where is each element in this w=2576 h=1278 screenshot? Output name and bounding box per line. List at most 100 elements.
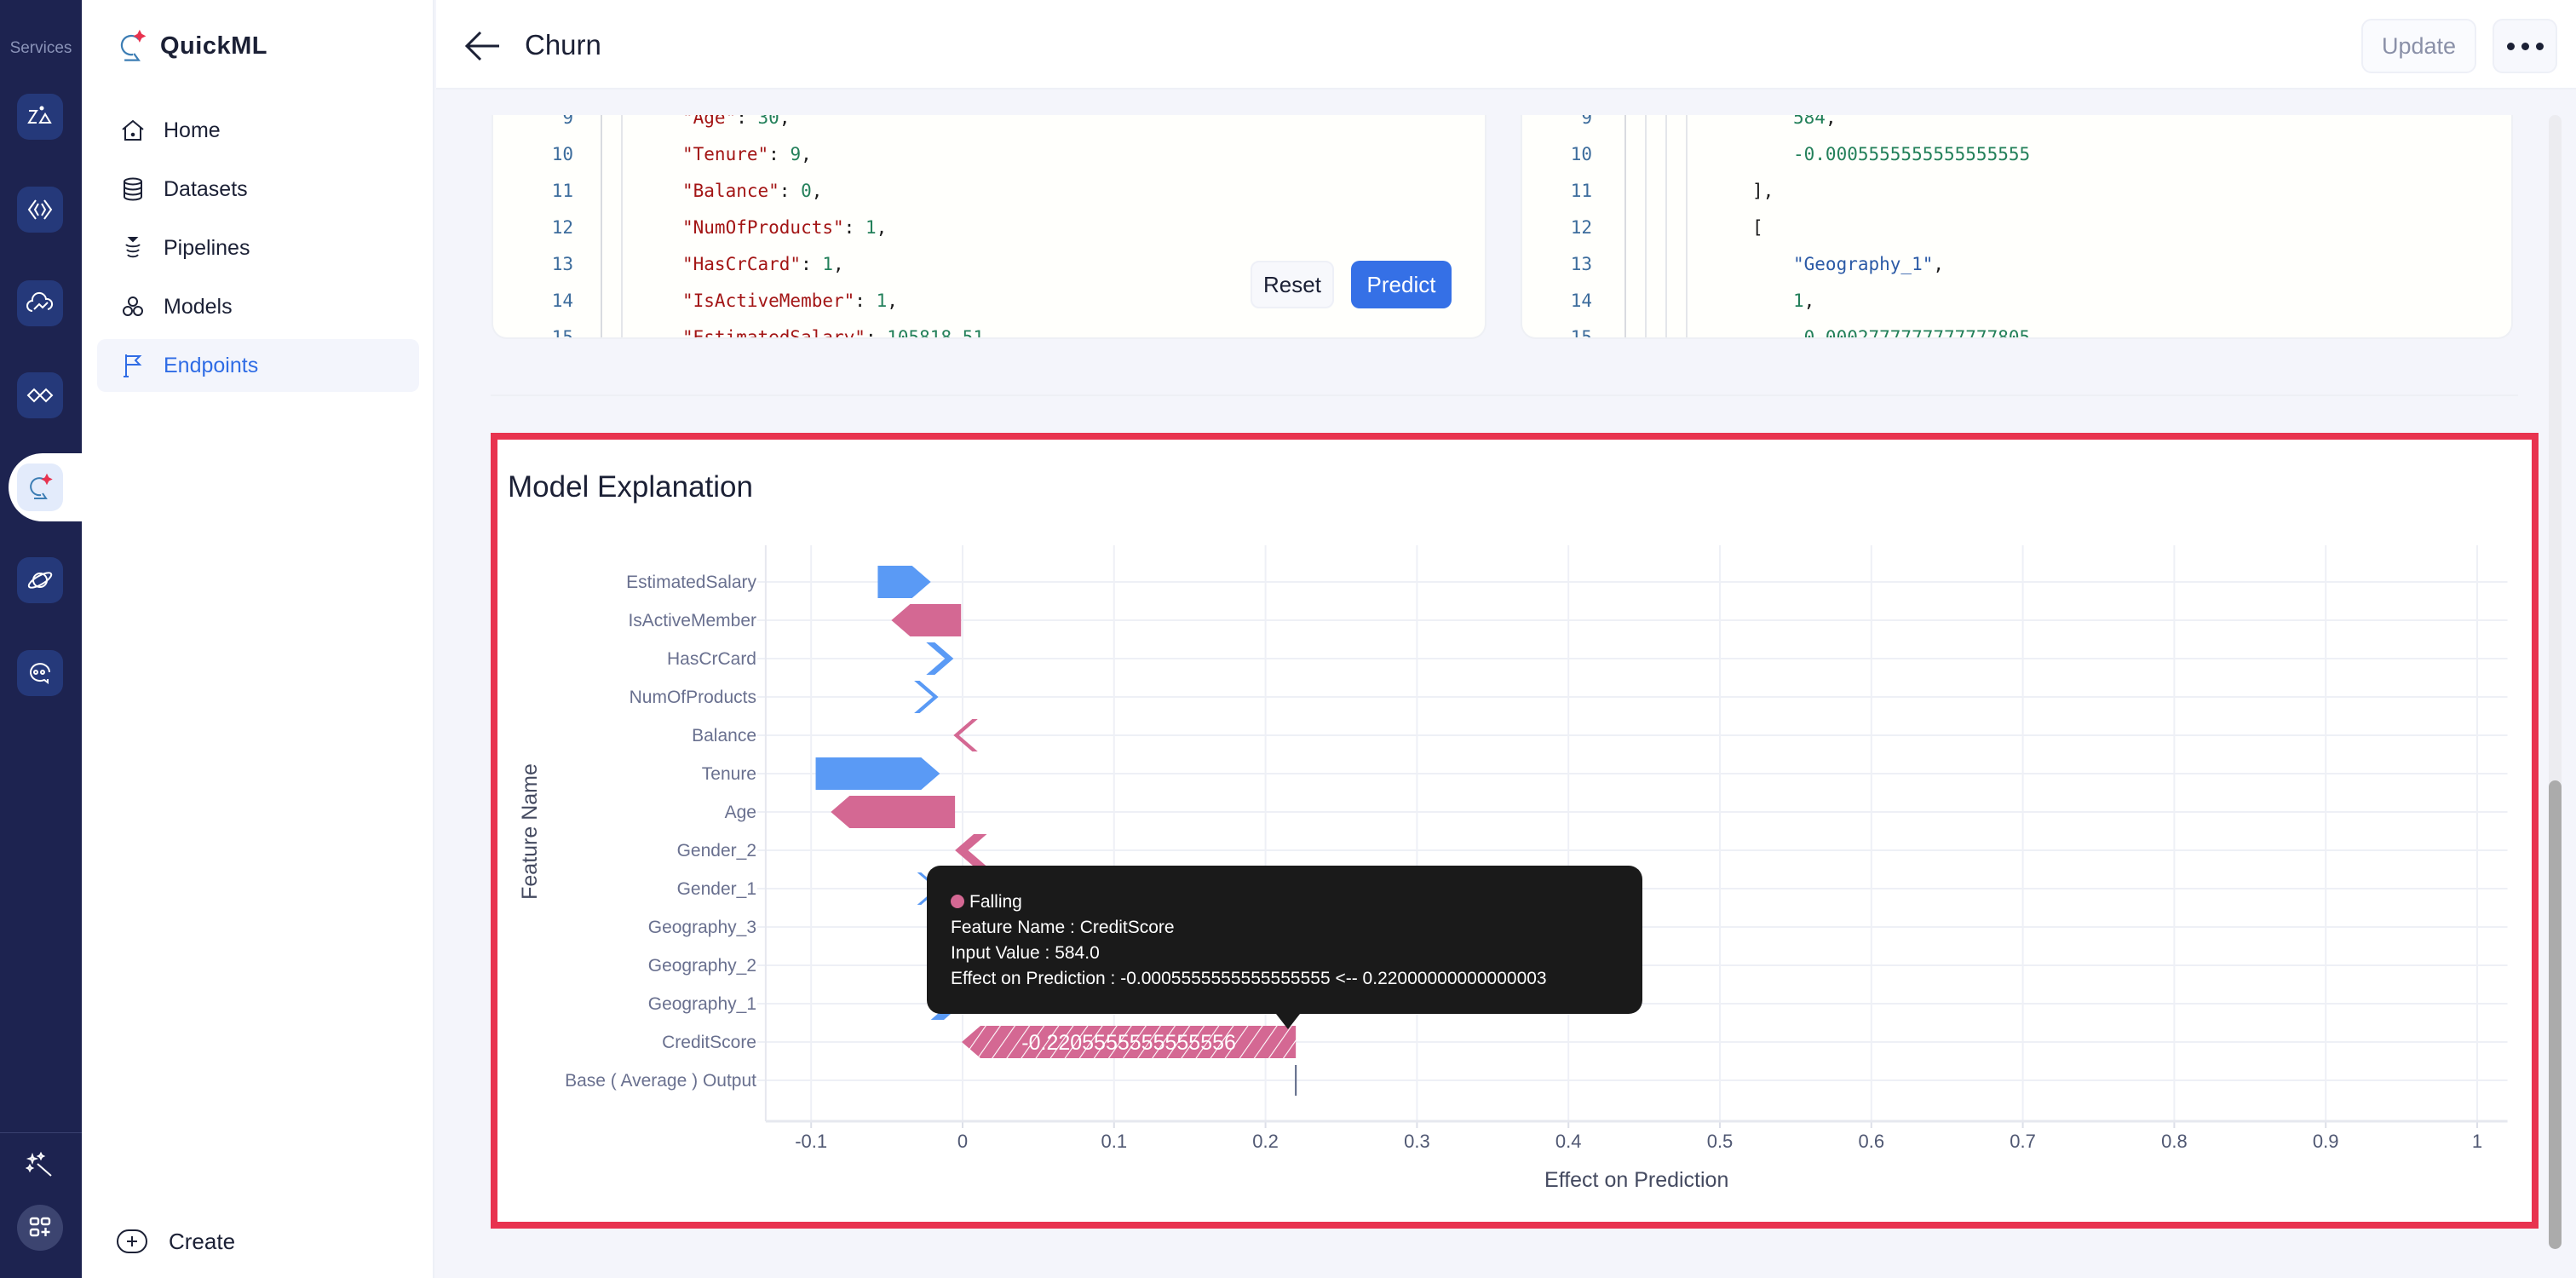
x-tick-label: 0.6 bbox=[1859, 1131, 1885, 1152]
code-text: 1, bbox=[1793, 291, 1815, 311]
sidebar-item-pipelines[interactable]: Pipelines bbox=[97, 222, 419, 274]
flag-icon bbox=[124, 354, 142, 377]
line-number: 10 bbox=[1570, 144, 1592, 164]
line-number: 14 bbox=[551, 291, 573, 311]
code-text: [ bbox=[1752, 217, 1763, 238]
indent-guide bbox=[1645, 115, 1647, 337]
bar-tenure[interactable] bbox=[815, 757, 940, 790]
sidebar-item-endpoints[interactable]: Endpoints bbox=[97, 339, 419, 392]
plus-circle-icon bbox=[117, 1229, 147, 1253]
y-axis-title: Feature Name bbox=[518, 763, 542, 900]
rail-chatbot[interactable] bbox=[17, 650, 63, 696]
page-title: Churn bbox=[525, 29, 601, 60]
output-json-viewer[interactable]: 9 584, 10 -0.0005555555555555555 11], 12 [13 "G… bbox=[1521, 115, 2513, 339]
update-button[interactable]: Update bbox=[2361, 19, 2476, 73]
rail-magic[interactable] bbox=[17, 1142, 63, 1188]
x-tick-label: 0.9 bbox=[2313, 1131, 2339, 1152]
y-tick-label: CreditScore bbox=[662, 1033, 756, 1052]
code-text: "NumOfProducts": 1, bbox=[682, 217, 888, 238]
x-tick-label: 1 bbox=[2472, 1131, 2482, 1152]
add-apps-icon bbox=[29, 1217, 51, 1237]
brand[interactable]: QuickML bbox=[116, 29, 267, 63]
create-label: Create bbox=[169, 1228, 236, 1254]
rail-handshake[interactable] bbox=[17, 372, 63, 418]
x-tick-label: 0.8 bbox=[2161, 1131, 2188, 1152]
sidebar-item-label: Datasets bbox=[164, 176, 248, 201]
line-number: 11 bbox=[551, 181, 573, 201]
section-title: Model Explanation bbox=[508, 470, 753, 504]
code-text: 584, bbox=[1793, 115, 1837, 128]
x-tick-label: 0.7 bbox=[2010, 1131, 2036, 1152]
page-header: Churn Update bbox=[436, 0, 2576, 89]
line-number: 12 bbox=[551, 217, 573, 238]
back-arrow-icon[interactable] bbox=[463, 29, 501, 63]
bar-value-label: -0.2205555555555556 bbox=[1021, 1031, 1236, 1055]
chat-bot-icon bbox=[30, 663, 50, 684]
line-number: 10 bbox=[551, 144, 573, 164]
y-tick-label: Gender_1 bbox=[677, 879, 756, 899]
code-text: "Age": 30, bbox=[682, 115, 791, 128]
y-tick-label: Geography_2 bbox=[648, 956, 756, 976]
indent-guide bbox=[1665, 115, 1667, 337]
planet-icon bbox=[27, 572, 53, 589]
y-tick-label: Base ( Average ) Output bbox=[565, 1071, 756, 1091]
y-tick-label: Geography_1 bbox=[648, 994, 756, 1014]
more-options-button[interactable] bbox=[2493, 19, 2557, 73]
home-icon bbox=[122, 119, 144, 141]
x-tick-label: 0.1 bbox=[1101, 1131, 1128, 1152]
rail-add-apps[interactable] bbox=[17, 1205, 63, 1251]
y-tick-label: Age bbox=[725, 803, 756, 822]
reset-button[interactable]: Reset bbox=[1251, 261, 1334, 308]
line-number: 13 bbox=[551, 254, 573, 274]
code-text: "EstimatedSalary": 105818.51, bbox=[682, 327, 995, 339]
y-tick-label: Tenure bbox=[702, 764, 756, 784]
y-tick-label: HasCrCard bbox=[667, 649, 756, 669]
bar-age[interactable] bbox=[831, 796, 956, 828]
more-dot-icon bbox=[2535, 42, 2544, 50]
code-text: "Tenure": 9, bbox=[682, 144, 812, 164]
create-button[interactable]: Create bbox=[116, 1225, 235, 1258]
code-text: -0.0002777777777777805 bbox=[1793, 327, 2031, 339]
sidebar-item-datasets[interactable]: Datasets bbox=[97, 163, 419, 216]
falling-legend-dot bbox=[951, 895, 964, 908]
x-tick-label: 0 bbox=[957, 1131, 968, 1152]
more-dot-icon bbox=[2521, 42, 2529, 50]
x-tick-label: -0.1 bbox=[795, 1131, 827, 1152]
y-tick-label: Gender_2 bbox=[677, 841, 756, 861]
sidebar-item-home[interactable]: Home bbox=[97, 104, 419, 157]
line-number: 11 bbox=[1570, 181, 1592, 201]
code-text: "IsActiveMember": 1, bbox=[682, 291, 898, 311]
sidebar-item-label: Models bbox=[164, 294, 233, 319]
code-text: "HasCrCard": 1, bbox=[682, 254, 844, 274]
indent-guide bbox=[1686, 115, 1688, 337]
gutter-divider bbox=[1624, 115, 1626, 337]
rail-planet[interactable] bbox=[17, 557, 63, 603]
services-title: Services bbox=[9, 39, 72, 57]
rail-cloud[interactable] bbox=[17, 280, 63, 326]
tooltip-series: Falling bbox=[969, 892, 1022, 912]
scrollbar-thumb[interactable] bbox=[2549, 780, 2562, 1249]
rail-code[interactable] bbox=[17, 187, 63, 233]
database-icon bbox=[124, 177, 142, 201]
input-json-editor[interactable]: 9 "Age": 30, 10 "Tenure": 9, 11 "Balance": 0,… bbox=[492, 115, 1486, 339]
sidebar-item-label: Endpoints bbox=[164, 353, 259, 377]
rail-quickml[interactable] bbox=[17, 463, 63, 511]
x-tick-label: 0.2 bbox=[1252, 1131, 1279, 1152]
rail-zia[interactable] bbox=[17, 94, 63, 140]
section-divider bbox=[491, 394, 2518, 396]
rail-separator bbox=[0, 1132, 82, 1133]
line-number: 12 bbox=[1570, 217, 1592, 238]
predict-button[interactable]: Predict bbox=[1351, 261, 1452, 308]
y-tick-label: Balance bbox=[692, 726, 756, 746]
brand-name: QuickML bbox=[160, 32, 267, 60]
code-text: "Geography_1", bbox=[1793, 254, 1945, 274]
models-icon bbox=[123, 296, 143, 316]
y-tick-label: Geography_3 bbox=[648, 918, 756, 937]
line-number: 9 bbox=[562, 115, 573, 128]
magic-wand-icon bbox=[26, 1151, 52, 1177]
line-number: 9 bbox=[1581, 115, 1592, 128]
x-tick-label: 0.3 bbox=[1404, 1131, 1430, 1152]
sidebar-item-models[interactable]: Models bbox=[97, 280, 419, 333]
line-number: 15 bbox=[1570, 327, 1592, 339]
model-explanation-panel bbox=[491, 433, 2539, 1229]
